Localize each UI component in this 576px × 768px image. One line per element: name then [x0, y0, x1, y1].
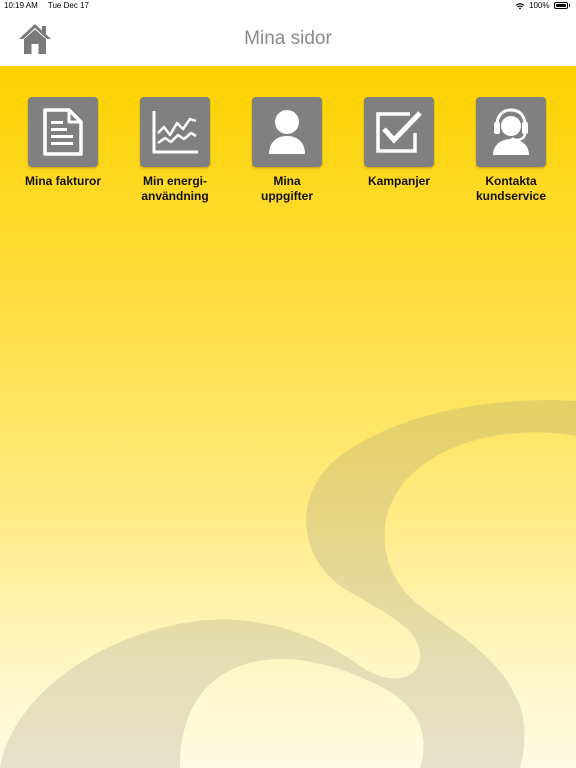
tile-invoices-label: Mina fakturor [24, 174, 101, 188]
header: Mina sidor [0, 12, 576, 66]
tile-invoices-box[interactable] [28, 97, 98, 167]
tile-energy-usage[interactable]: Min energi- användning [120, 97, 230, 204]
status-bar: 10:19 AM Tue Dec 17 100% [0, 0, 576, 12]
status-time: 10:19 AM [4, 1, 38, 10]
tile-customer-service[interactable]: Kontakta kundservice [456, 97, 566, 204]
wifi-icon [515, 2, 525, 9]
tile-my-details-box[interactable] [252, 97, 322, 167]
tile-campaigns[interactable]: Kampanjer [344, 97, 454, 189]
checkbox-icon [376, 111, 422, 153]
page-title: Mina sidor [244, 28, 332, 49]
tile-my-details[interactable]: Mina uppgifter [232, 97, 342, 204]
battery-icon [553, 2, 568, 9]
tile-campaigns-box[interactable] [364, 97, 434, 167]
status-date: Tue Dec 17 [47, 1, 89, 10]
tile-my-details-label: Mina uppgifter [261, 174, 313, 203]
main-content: Mina fakturor Min energi- användning Min… [0, 66, 576, 768]
tile-customer-service-label: Kontakta kundservice [475, 174, 547, 203]
tile-customer-service-box[interactable] [476, 97, 546, 167]
battery-percent: 100% [529, 1, 550, 10]
user-icon [269, 110, 305, 154]
headset-icon [493, 108, 529, 155]
tile-energy-usage-label: Min energi- användning [141, 174, 209, 203]
tile-energy-usage-box[interactable] [140, 97, 210, 167]
chart-icon [152, 111, 198, 154]
invoice-icon [43, 108, 83, 156]
battery-tip [568, 4, 570, 7]
tile-campaigns-label: Kampanjer [367, 174, 431, 188]
tile-invoices[interactable]: Mina fakturor [8, 97, 118, 189]
